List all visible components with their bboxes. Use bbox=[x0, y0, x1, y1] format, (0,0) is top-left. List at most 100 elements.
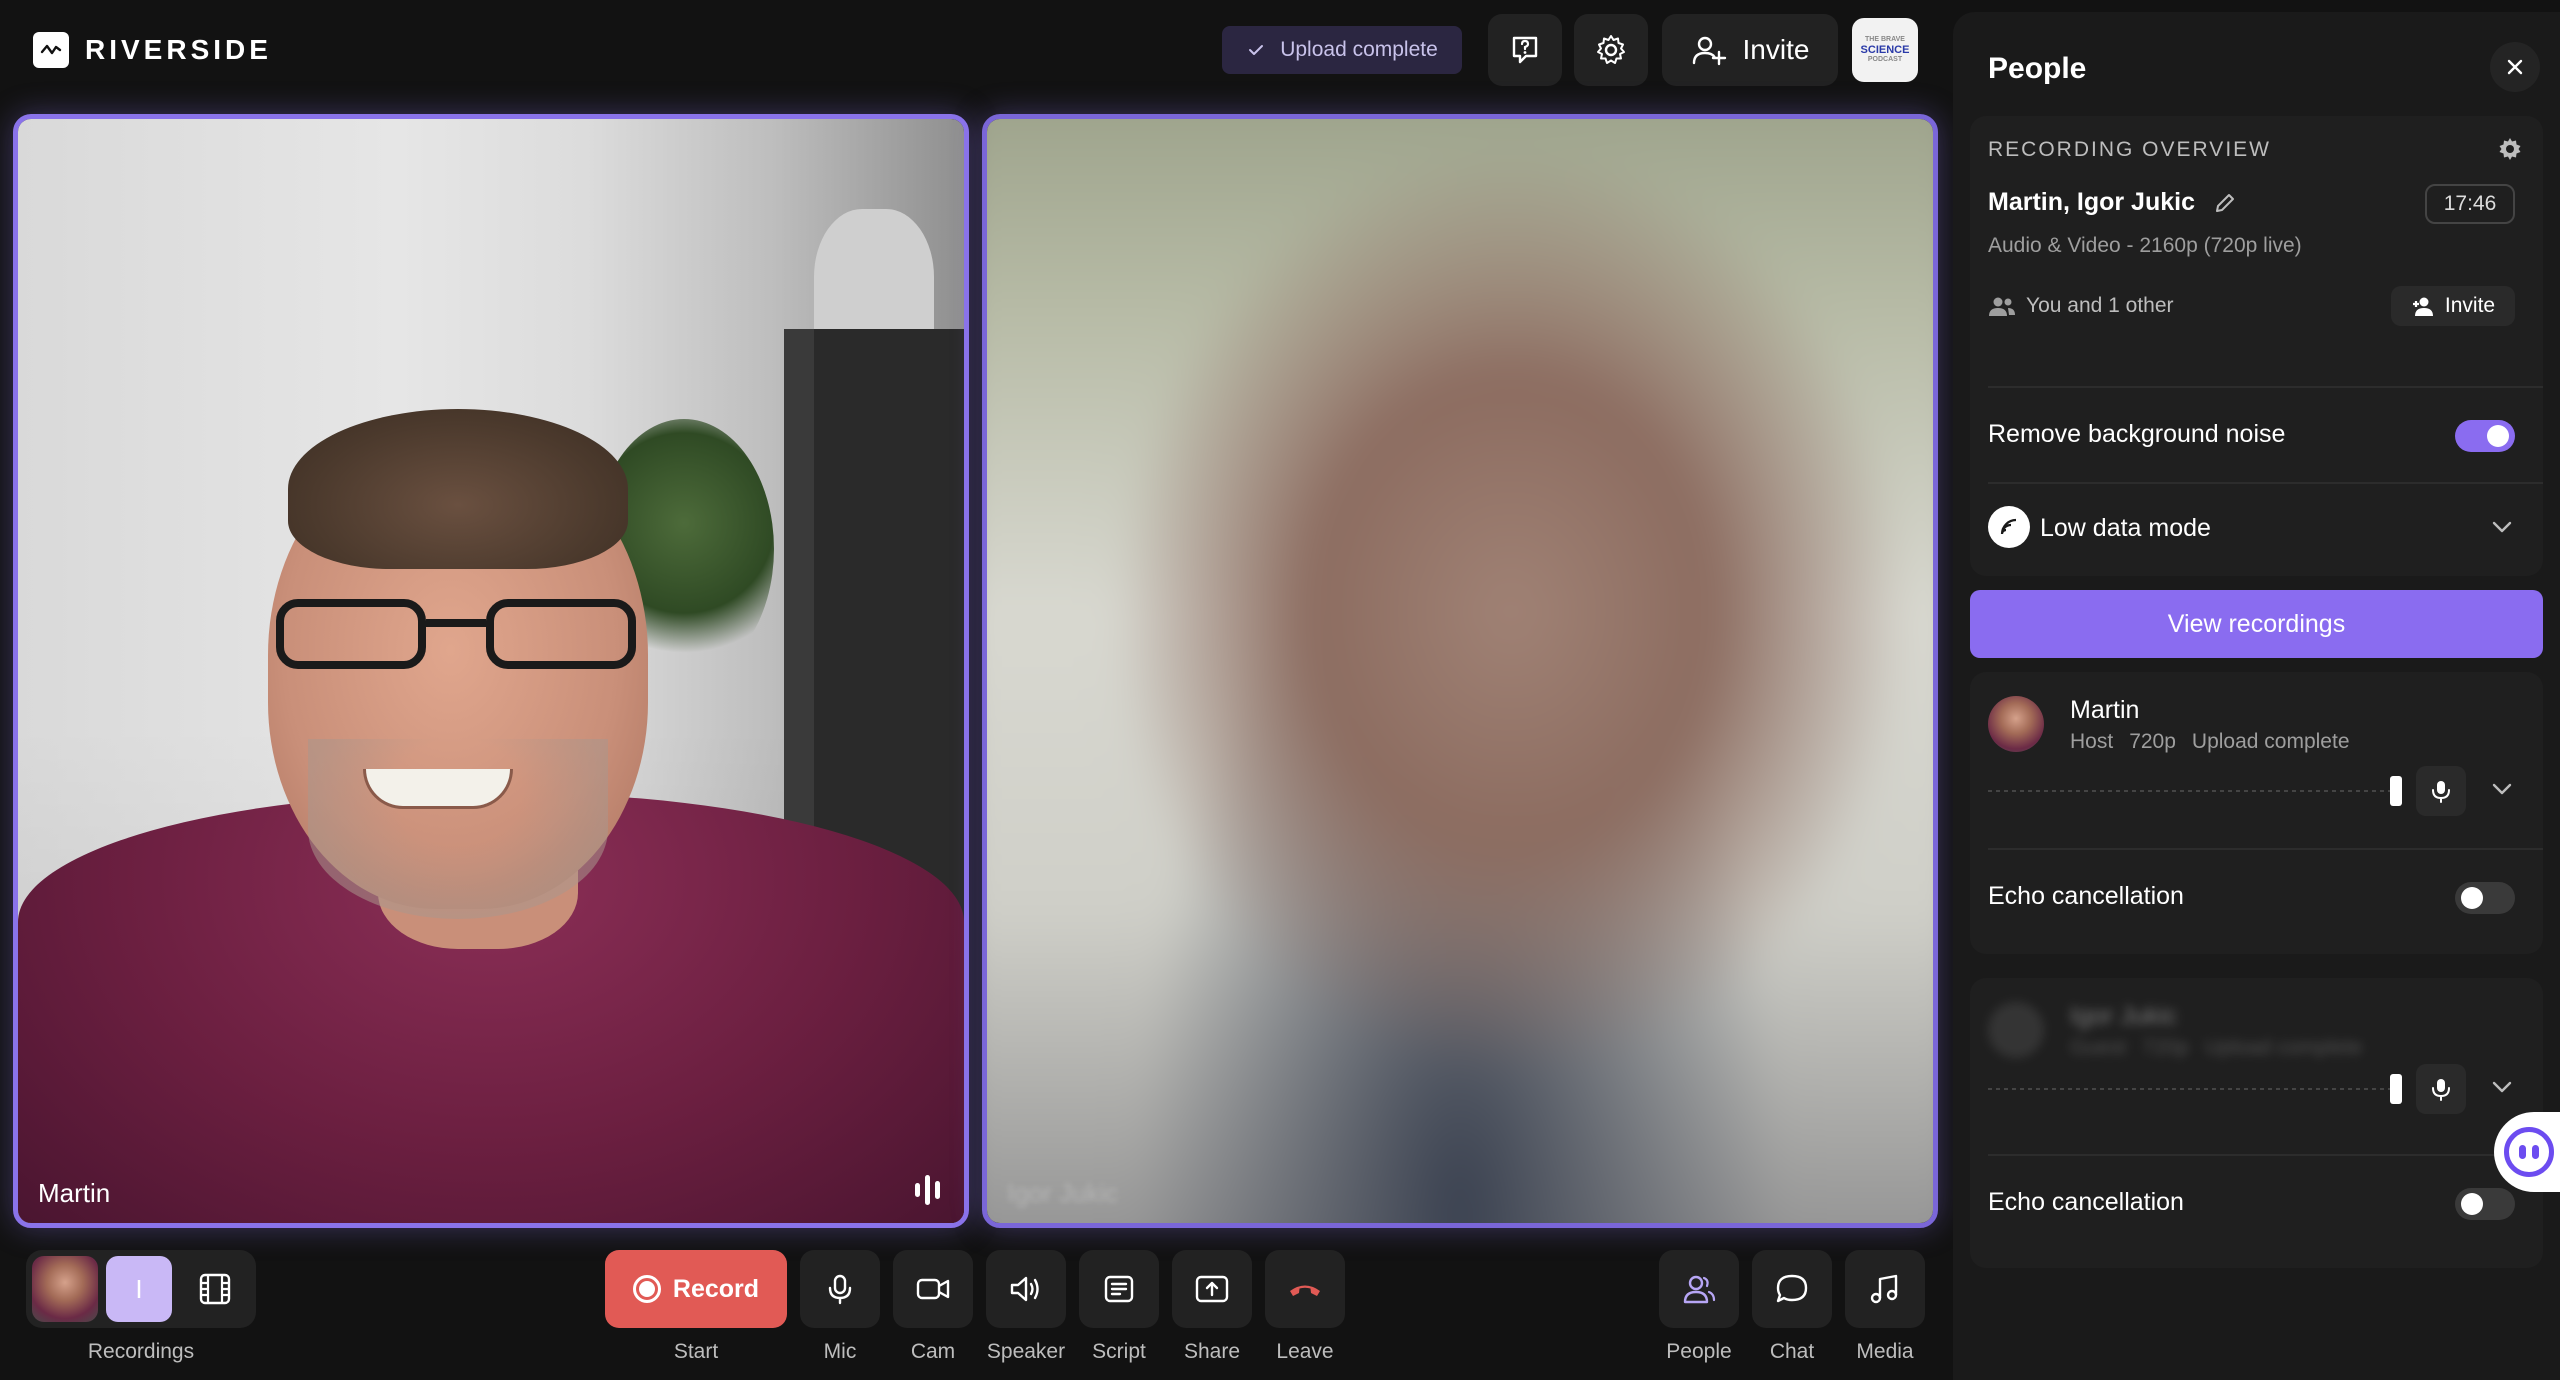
recording-title: Martin, Igor Jukic bbox=[1988, 188, 2237, 217]
speaker-label: Speaker bbox=[986, 1340, 1066, 1363]
mic-button[interactable] bbox=[800, 1250, 880, 1328]
invite-label: Invite bbox=[1742, 34, 1810, 65]
record-icon bbox=[632, 1275, 661, 1303]
mic-volume-slider[interactable] bbox=[1988, 1088, 2398, 1090]
add-user-icon bbox=[1692, 36, 1726, 66]
close-panel-button[interactable] bbox=[2490, 42, 2540, 92]
tile-name-igor: Igor Jukic bbox=[1007, 1178, 1119, 1208]
participants-summary: You and 1 other bbox=[1988, 294, 2174, 318]
cam-label: Cam bbox=[910, 1340, 956, 1363]
remove-noise-label: Remove background noise bbox=[1988, 420, 2286, 448]
chevron-down-icon bbox=[2492, 783, 2512, 795]
camera-button[interactable] bbox=[893, 1250, 973, 1328]
recording-thumbnail-martin[interactable] bbox=[32, 1256, 98, 1322]
low-data-label: Low data mode bbox=[2040, 514, 2211, 542]
low-data-icon bbox=[1988, 506, 2030, 548]
video-camera-icon bbox=[916, 1278, 950, 1300]
record-button[interactable]: Record bbox=[605, 1250, 787, 1328]
microphone-icon bbox=[828, 1274, 852, 1305]
upload-status-pill: Upload complete bbox=[1222, 26, 1462, 74]
video-feed-igor-blurred bbox=[987, 119, 1933, 1223]
badge-text-2: SCIENCE bbox=[1860, 43, 1910, 56]
chat-button[interactable] bbox=[1752, 1250, 1832, 1328]
participant-role: Guest bbox=[2070, 1036, 2127, 1059]
recordings-label: Recordings bbox=[87, 1340, 195, 1363]
video-tile-igor[interactable]: Igor Jukic bbox=[982, 114, 1938, 1228]
echo-cancellation-toggle[interactable] bbox=[2455, 1188, 2515, 1220]
assistant-icon bbox=[2504, 1127, 2554, 1177]
share-screen-icon bbox=[1195, 1275, 1229, 1303]
leave-button[interactable] bbox=[1265, 1250, 1345, 1328]
people-icon bbox=[1989, 297, 2015, 316]
recording-thumbnail-igor[interactable]: I bbox=[106, 1256, 172, 1322]
speaker-icon bbox=[1010, 1276, 1039, 1302]
low-data-expand[interactable] bbox=[2491, 520, 2513, 539]
divider bbox=[1988, 848, 2543, 850]
participant-role: Host bbox=[2070, 730, 2114, 753]
start-label: Start bbox=[673, 1340, 719, 1363]
recording-quality: Audio & Video - 2160p (720p live) bbox=[1988, 234, 2302, 257]
help-chat-icon bbox=[1512, 36, 1538, 64]
participant-meta: Host 720p Upload complete bbox=[2070, 730, 2350, 754]
chat-bubble-icon bbox=[1776, 1274, 1808, 1303]
participant-status: Upload complete bbox=[2204, 1036, 2363, 1059]
settings-button[interactable] bbox=[1574, 14, 1648, 86]
help-button[interactable] bbox=[1488, 14, 1562, 86]
mic-volume-handle[interactable] bbox=[2390, 1074, 2402, 1104]
recordings-group: I bbox=[26, 1250, 256, 1328]
participant-quality: 720p bbox=[2142, 1036, 2189, 1059]
gear-icon bbox=[1597, 35, 1625, 64]
participant-quality: 720p bbox=[2129, 730, 2176, 753]
microphone-icon bbox=[2432, 781, 2450, 803]
overview-invite-button[interactable]: Invite bbox=[2391, 286, 2515, 326]
remove-noise-toggle[interactable] bbox=[2455, 420, 2515, 452]
riverside-logo[interactable]: RIVERSIDE bbox=[33, 32, 272, 68]
badge-text-3: PODCAST bbox=[1867, 56, 1903, 64]
video-feed-martin bbox=[18, 119, 964, 1223]
participant-expand[interactable] bbox=[2491, 782, 2513, 801]
chevron-down-icon bbox=[2492, 521, 2512, 533]
mic-volume-handle[interactable] bbox=[2390, 776, 2402, 806]
audio-level-icon bbox=[915, 1175, 940, 1205]
invite-button[interactable]: Invite bbox=[1662, 14, 1838, 86]
microphone-icon bbox=[2432, 1079, 2450, 1101]
upload-status-text: Upload complete bbox=[1280, 38, 1438, 61]
share-button[interactable] bbox=[1172, 1250, 1252, 1328]
recordings-button[interactable] bbox=[182, 1256, 248, 1322]
people-label: People bbox=[1666, 1340, 1732, 1363]
music-note-icon bbox=[1870, 1274, 1898, 1304]
edit-pencil-icon[interactable] bbox=[2213, 191, 2237, 215]
media-button[interactable] bbox=[1845, 1250, 1925, 1328]
share-label: Share bbox=[1183, 1340, 1241, 1363]
person-hair bbox=[288, 409, 628, 569]
person-beard bbox=[308, 739, 608, 919]
podcast-logo[interactable]: THE BRAVE SCIENCE PODCAST bbox=[1852, 18, 1918, 82]
close-icon bbox=[2507, 59, 2523, 75]
participant-status: Upload complete bbox=[2191, 730, 2350, 753]
participant-mic-button[interactable] bbox=[2416, 1064, 2466, 1114]
participant-expand[interactable] bbox=[2491, 1080, 2513, 1099]
brand-name: RIVERSIDE bbox=[85, 34, 272, 65]
riverside-logo-icon bbox=[33, 32, 69, 68]
chat-label: Chat bbox=[1769, 1340, 1815, 1363]
participants-text: You and 1 other bbox=[2026, 294, 2174, 317]
divider bbox=[1988, 1154, 2543, 1156]
mic-volume-slider[interactable] bbox=[1988, 790, 2398, 792]
view-recordings-button[interactable]: View recordings bbox=[1970, 590, 2543, 658]
person-smile bbox=[363, 769, 513, 809]
participant-card-martin: Martin Host 720p Upload complete Echo ca… bbox=[1970, 672, 2543, 954]
echo-cancellation-toggle[interactable] bbox=[2455, 882, 2515, 914]
people-button[interactable] bbox=[1659, 1250, 1739, 1328]
overview-settings-button[interactable] bbox=[2497, 136, 2523, 167]
participant-mic-button[interactable] bbox=[2416, 766, 2466, 816]
video-tile-martin[interactable]: Martin bbox=[13, 114, 969, 1228]
leave-label: Leave bbox=[1276, 1340, 1334, 1363]
add-user-icon bbox=[2412, 297, 2433, 316]
badge-text-1: THE BRAVE bbox=[1865, 36, 1905, 44]
echo-cancellation-label: Echo cancellation bbox=[1988, 1188, 2184, 1216]
script-button[interactable] bbox=[1079, 1250, 1159, 1328]
speaker-button[interactable] bbox=[986, 1250, 1066, 1328]
recording-timer: 17:46 bbox=[2425, 184, 2515, 224]
divider bbox=[1988, 482, 2543, 484]
overview-label: RECORDING OVERVIEW bbox=[1988, 138, 2271, 161]
